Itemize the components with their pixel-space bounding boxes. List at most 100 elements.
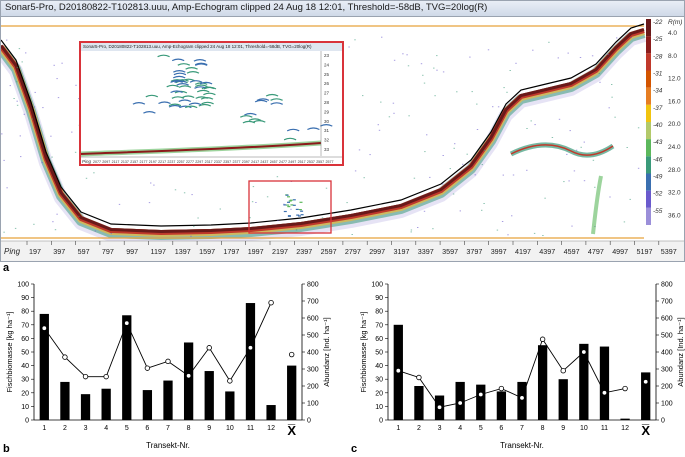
noise-speck: [492, 106, 494, 108]
noise-speck: [408, 115, 410, 117]
noise-speck: [295, 229, 298, 231]
noise-speck: [50, 135, 52, 137]
y-tick-label: 50: [21, 350, 29, 357]
noise-speck: [381, 36, 383, 38]
noise-speck: [16, 81, 18, 83]
noise-speck: [569, 130, 571, 132]
noise-speck: [432, 228, 434, 230]
inset-fish-arc: [166, 84, 179, 88]
noise-speck: [325, 187, 328, 189]
noise-speck: [526, 169, 528, 171]
noise-speck: [599, 81, 601, 83]
x-tick-label: 6: [145, 425, 149, 432]
noise-speck: [14, 227, 17, 229]
ping-tick-label: 197: [29, 247, 41, 256]
color-scale-swatch: [646, 122, 651, 140]
bar: [204, 371, 214, 420]
abundance-point: [642, 379, 649, 385]
noise-speck: [420, 63, 423, 65]
noise-speck: [637, 127, 640, 129]
fish-echo: [298, 215, 301, 217]
noise-speck: [542, 235, 544, 236]
noise-speck: [354, 39, 356, 41]
noise-speck: [255, 202, 257, 203]
inset-fish-arc: [145, 94, 159, 98]
fish-echo: [292, 204, 296, 206]
abundance-point: [206, 345, 212, 351]
charts-area: 0102030405060708090100010020030040050060…: [5, 282, 685, 451]
noise-speck: [9, 85, 11, 87]
noise-speck: [25, 52, 27, 54]
noise-speck: [568, 180, 570, 182]
ping-tick-label: 1797: [223, 247, 239, 256]
noise-speck: [19, 135, 21, 137]
abundance-point: [539, 336, 546, 342]
inset-depth-tick: 24: [324, 62, 330, 67]
noise-speck: [454, 143, 456, 145]
inset-ping-tick: 2217: [158, 160, 166, 164]
bar: [287, 365, 297, 420]
noise-speck: [153, 184, 155, 186]
noise-speck: [566, 153, 568, 155]
inset-depth-tick: 25: [324, 72, 330, 77]
title-bar[interactable]: Sonar5-Pro, D20180822-T102813.uuu, Amp-E…: [1, 1, 684, 17]
noise-speck: [20, 156, 22, 158]
noise-speck: [31, 118, 33, 120]
inset-fish-arc: [143, 111, 156, 114]
noise-speck: [85, 177, 88, 179]
noise-speck: [290, 208, 292, 210]
noise-speck: [469, 56, 471, 58]
noise-speck: [380, 101, 382, 103]
depth-tick-label: 4.0: [668, 30, 677, 37]
inset-ping-tick: 2257: [177, 160, 185, 164]
inset-fish-arc: [132, 102, 146, 105]
db-tick-label: -34: [653, 88, 663, 95]
inset-fish-arc: [185, 67, 198, 70]
inset-ping-tick: 2377: [233, 160, 241, 164]
noise-speck: [392, 102, 395, 104]
bar: [142, 390, 153, 420]
noise-speck: [629, 198, 631, 200]
db-tick-label: -28: [653, 53, 663, 60]
db-tick-label: -43: [653, 139, 663, 146]
noise-speck: [515, 62, 517, 64]
depth-tick-label: 20.0: [668, 121, 681, 128]
x-tick-label: 12: [621, 425, 629, 432]
inset-fish-arc: [189, 80, 203, 83]
inset-fish-arc: [244, 112, 257, 116]
noise-speck: [191, 194, 193, 196]
inset-depth-tick: 33: [324, 147, 330, 152]
x-tick-label: 10: [226, 425, 234, 432]
noise-speck: [512, 174, 515, 176]
noise-speck: [402, 53, 404, 55]
abundance-point: [185, 373, 192, 379]
panel-label-c: c: [351, 443, 358, 455]
abundance-line: [398, 338, 626, 408]
abundance-point: [581, 349, 587, 355]
inset-fish-arc: [193, 59, 207, 62]
panel-label-b: b: [3, 443, 10, 455]
y-axis-label: Fischbiomasse [kg ha⁻¹]: [5, 311, 14, 392]
abundance-point: [395, 367, 402, 374]
y2-axis-label: Abundanz [Ind. ha⁻¹]: [322, 317, 331, 386]
noise-speck: [56, 78, 58, 80]
noise-speck: [388, 116, 391, 118]
noise-speck: [483, 203, 485, 204]
noise-speck: [533, 232, 536, 234]
noise-speck: [407, 65, 410, 67]
inset-depth-tick: 26: [324, 81, 330, 86]
y-tick-label: 90: [21, 295, 29, 302]
y-tick-label: 10: [21, 404, 29, 411]
inset-ping-tick: 2457: [270, 160, 278, 164]
noise-speck: [434, 95, 436, 97]
noise-speck: [406, 54, 408, 56]
noise-speck: [276, 176, 279, 178]
fish-echo: [286, 204, 290, 206]
noise-speck: [410, 229, 413, 231]
noise-speck: [567, 52, 569, 54]
noise-speck: [190, 235, 192, 237]
inset-ping-tick: 2437: [260, 160, 268, 164]
noise-speck: [56, 213, 58, 215]
noise-speck: [16, 100, 18, 102]
y2-tick-label: 200: [307, 384, 319, 391]
